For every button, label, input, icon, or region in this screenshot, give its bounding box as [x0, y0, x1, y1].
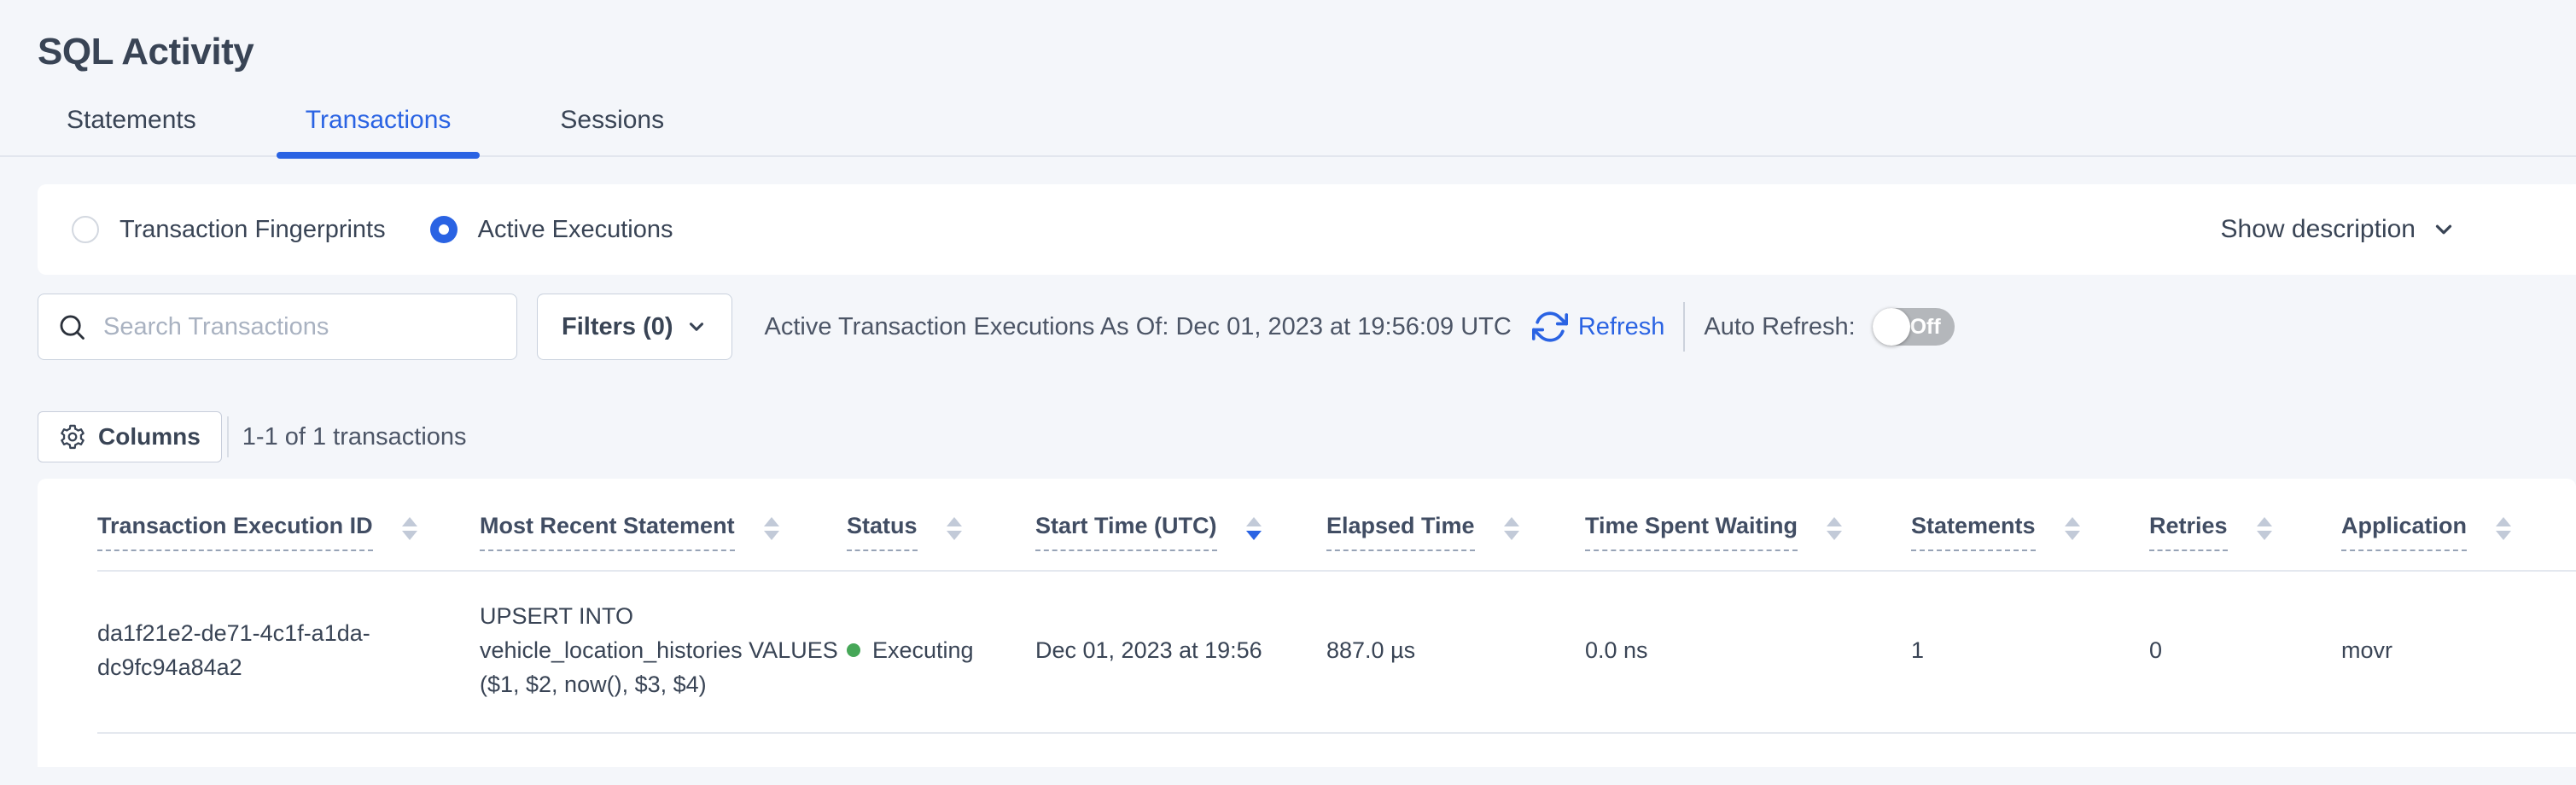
- auto-refresh-toggle[interactable]: Off: [1873, 308, 1955, 346]
- cell-retries: 0: [2149, 637, 2341, 664]
- cell-most-recent-statement: UPSERT INTO vehicle_location_histories V…: [480, 599, 838, 701]
- column-header-status[interactable]: Status: [847, 513, 1035, 551]
- transactions-table: Transaction Execution ID Most Recent Sta…: [38, 479, 2576, 767]
- column-header-label: Start Time (UTC): [1035, 513, 1217, 551]
- tab-bar: Statements Transactions Sessions: [0, 106, 2576, 157]
- column-header-statements[interactable]: Statements: [1911, 513, 2149, 551]
- radio-label: Transaction Fingerprints: [119, 216, 386, 244]
- view-mode-radio-group: Transaction Fingerprints Active Executio…: [72, 216, 673, 244]
- cell-start-time: Dec 01, 2023 at 19:56: [1035, 637, 1326, 664]
- columns-button[interactable]: Columns: [38, 411, 222, 462]
- page-header: SQL Activity: [0, 0, 2576, 73]
- auto-refresh-label: Auto Refresh:: [1704, 313, 1855, 341]
- results-count: 1-1 of 1 transactions: [242, 423, 467, 451]
- cell-application: movr: [2341, 637, 2576, 664]
- refresh-label: Refresh: [1578, 313, 1665, 341]
- tab-transactions[interactable]: Transactions: [277, 106, 481, 155]
- column-header-label: Time Spent Waiting: [1585, 513, 1798, 551]
- show-description-label: Show description: [2221, 215, 2416, 244]
- chevron-down-icon: [2431, 217, 2457, 242]
- column-header-label: Status: [847, 513, 918, 551]
- refresh-icon: [1532, 309, 1568, 345]
- chevron-down-icon: [685, 316, 708, 338]
- column-header-label: Retries: [2149, 513, 2228, 551]
- show-description-button[interactable]: Show description: [2221, 215, 2457, 244]
- radio-unselected-icon[interactable]: [72, 216, 99, 243]
- page-title: SQL Activity: [38, 31, 2576, 73]
- sort-icon[interactable]: [402, 517, 417, 540]
- search-box[interactable]: [38, 294, 517, 360]
- toggle-state-label: Off: [1910, 315, 1941, 340]
- as-of-text: Active Transaction Executions As Of: Dec…: [765, 313, 1512, 341]
- column-header-label: Elapsed Time: [1326, 513, 1475, 551]
- sort-icon[interactable]: [1504, 517, 1519, 540]
- column-header-time-spent-waiting[interactable]: Time Spent Waiting: [1585, 513, 1911, 551]
- view-mode-card: Transaction Fingerprints Active Executio…: [38, 184, 2576, 275]
- column-header-label: Statements: [1911, 513, 2036, 551]
- sort-icon[interactable]: [2257, 517, 2272, 540]
- controls-divider: [227, 416, 229, 457]
- cell-elapsed-time: 887.0 µs: [1326, 637, 1585, 664]
- tab-statements[interactable]: Statements: [38, 106, 225, 155]
- sort-icon[interactable]: [1827, 517, 1842, 540]
- gear-icon: [59, 423, 86, 451]
- cell-statements: 1: [1911, 637, 2149, 664]
- sort-icon[interactable]: [947, 517, 962, 540]
- cell-status: Executing: [847, 637, 1035, 664]
- sort-icon[interactable]: [764, 517, 779, 540]
- radio-transaction-fingerprints[interactable]: Transaction Fingerprints: [72, 216, 386, 244]
- search-icon: [57, 312, 86, 341]
- toolbar: Filters (0) Active Transaction Execution…: [38, 294, 2576, 360]
- sql-activity-page: SQL Activity Statements Transactions Ses…: [0, 0, 2576, 785]
- sort-icon-descending-active[interactable]: [1246, 517, 1262, 540]
- refresh-button[interactable]: Refresh: [1532, 309, 1665, 345]
- column-header-retries[interactable]: Retries: [2149, 513, 2341, 551]
- column-header-elapsed-time[interactable]: Elapsed Time: [1326, 513, 1585, 551]
- column-header-application[interactable]: Application: [2341, 513, 2576, 551]
- radio-selected-icon[interactable]: [430, 216, 458, 243]
- column-header-transaction-execution-id[interactable]: Transaction Execution ID: [97, 513, 480, 551]
- column-header-most-recent-statement[interactable]: Most Recent Statement: [480, 513, 847, 551]
- radio-active-executions[interactable]: Active Executions: [430, 216, 673, 244]
- column-header-label: Application: [2341, 513, 2467, 551]
- search-input[interactable]: [102, 312, 498, 342]
- column-header-label: Transaction Execution ID: [97, 513, 373, 551]
- cell-transaction-execution-id[interactable]: da1f21e2-de71-4c1f-a1da-dc9fc94a84a2: [97, 616, 392, 684]
- column-header-start-time[interactable]: Start Time (UTC): [1035, 513, 1326, 551]
- status-label: Executing: [872, 637, 974, 664]
- toolbar-divider: [1683, 302, 1685, 352]
- sort-icon[interactable]: [2496, 517, 2511, 540]
- table-row[interactable]: da1f21e2-de71-4c1f-a1da-dc9fc94a84a2 UPS…: [97, 572, 2576, 734]
- toggle-knob: [1873, 308, 1910, 346]
- table-controls-row: Columns 1-1 of 1 transactions: [38, 411, 2576, 462]
- column-header-label: Most Recent Statement: [480, 513, 735, 551]
- filters-label: Filters (0): [562, 313, 673, 341]
- table-header-row: Transaction Execution ID Most Recent Sta…: [97, 479, 2576, 572]
- tab-sessions[interactable]: Sessions: [531, 106, 693, 155]
- cell-time-spent-waiting: 0.0 ns: [1585, 637, 1911, 664]
- sort-icon[interactable]: [2065, 517, 2080, 540]
- status-executing-dot-icon: [847, 643, 860, 657]
- columns-label: Columns: [98, 423, 201, 451]
- radio-label: Active Executions: [478, 216, 673, 244]
- filters-button[interactable]: Filters (0): [537, 294, 732, 360]
